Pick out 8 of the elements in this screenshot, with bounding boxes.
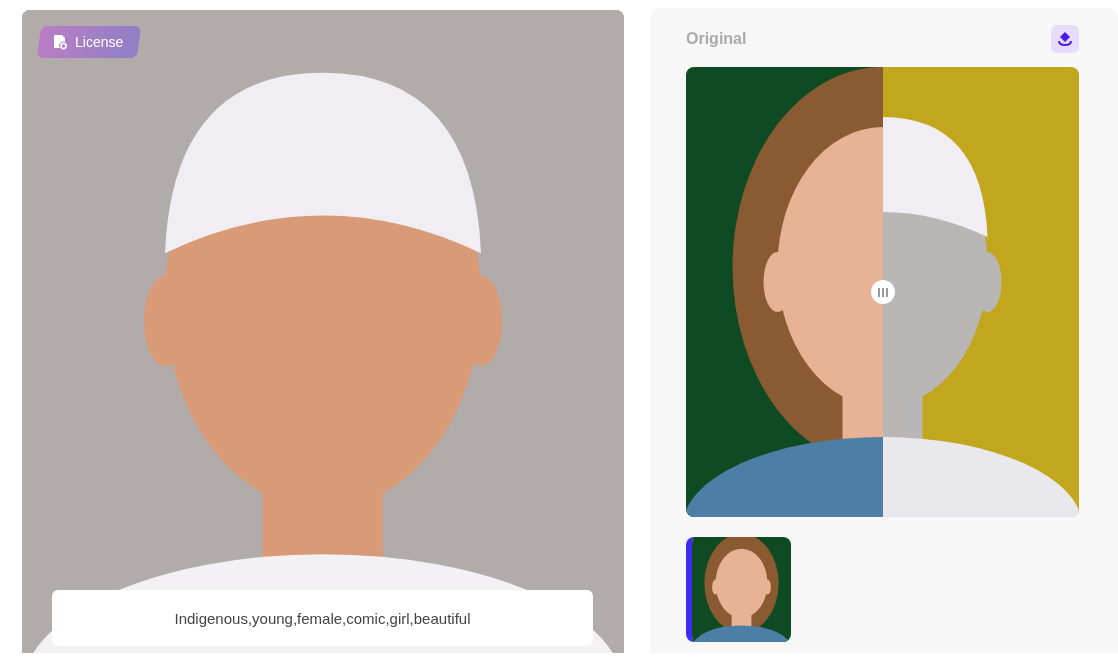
panel-title: Original: [686, 30, 747, 48]
document-icon: [53, 34, 67, 50]
license-badge[interactable]: License: [36, 26, 142, 58]
layers-button[interactable]: [1051, 25, 1079, 53]
compare-view[interactable]: [686, 67, 1079, 517]
layers-icon: [1057, 31, 1073, 47]
prompt-text: Indigenous,young,female,comic,girl,beautiful: [52, 590, 593, 646]
license-label: License: [75, 34, 124, 50]
